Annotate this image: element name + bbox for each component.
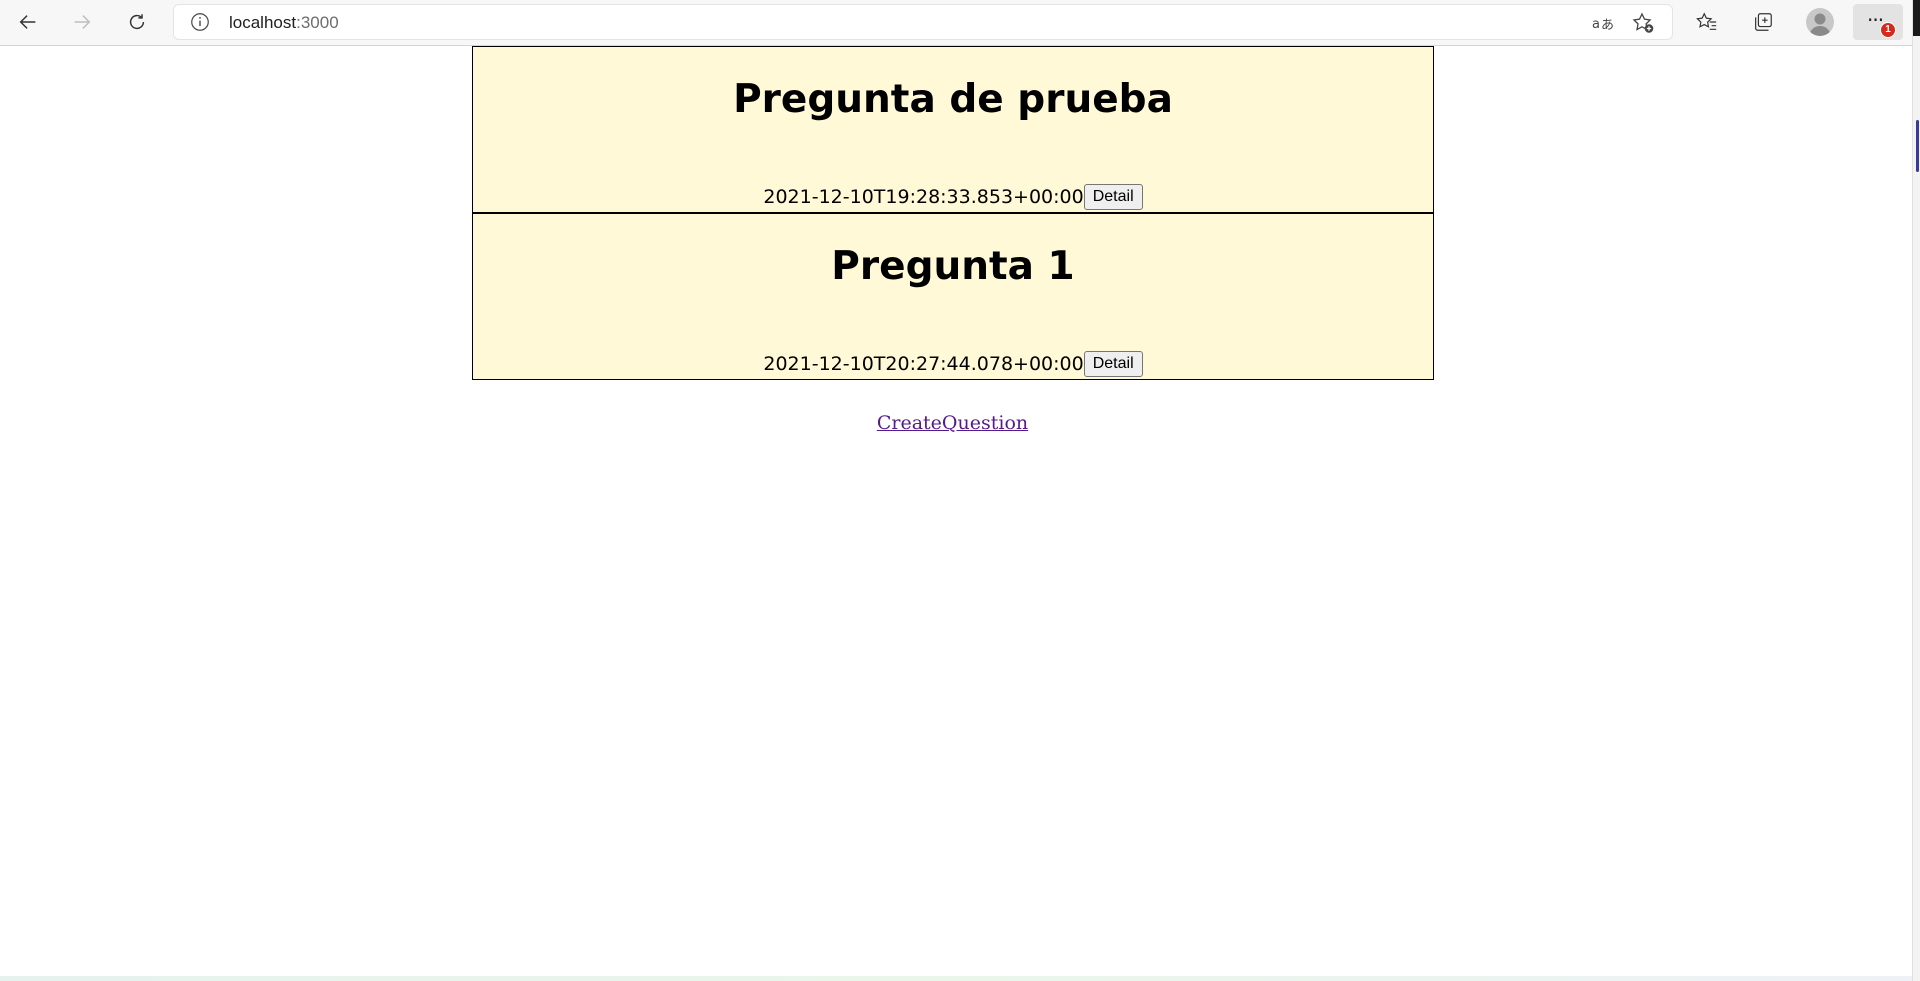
url-port: :3000 xyxy=(296,13,339,32)
question-date: 2021-12-10T19:28:33.853+00:00 xyxy=(763,186,1084,208)
detail-button[interactable]: Detail xyxy=(1083,351,1143,377)
question-list: Pregunta de prueba 2021-12-10T19:28:33.8… xyxy=(472,46,1434,380)
question-title: Pregunta 1 xyxy=(831,244,1075,289)
question-card: Pregunta de prueba 2021-12-10T19:28:33.8… xyxy=(472,46,1434,213)
profile-icon xyxy=(1809,13,1831,36)
refresh-button[interactable] xyxy=(119,5,155,39)
window-edge-dark xyxy=(1913,0,1920,36)
create-question-container: CreateQuestion xyxy=(0,412,1905,434)
question-meta: 2021-12-10T19:28:33.853+00:00 Detail xyxy=(473,184,1433,210)
create-question-link[interactable]: CreateQuestion xyxy=(877,412,1028,434)
address-bar[interactable]: localhost:3000 aあ xyxy=(173,4,1673,40)
address-url[interactable]: localhost:3000 xyxy=(229,13,339,33)
question-card: Pregunta 1 2021-12-10T20:27:44.078+00:00… xyxy=(472,213,1434,380)
page-content: Pregunta de prueba 2021-12-10T19:28:33.8… xyxy=(0,46,1912,976)
svg-text:a: a xyxy=(1592,17,1600,32)
read-aloud-icon[interactable]: aあ xyxy=(1591,12,1617,34)
forward-icon xyxy=(74,15,91,29)
svg-text:あ: あ xyxy=(1601,18,1614,33)
forward-button[interactable] xyxy=(64,5,100,39)
back-icon xyxy=(19,15,36,29)
add-favorite-icon[interactable] xyxy=(1631,11,1655,35)
question-meta: 2021-12-10T20:27:44.078+00:00 Detail xyxy=(473,351,1433,377)
collections-button[interactable] xyxy=(1745,5,1781,39)
settings-more-button[interactable]: ··· 1 xyxy=(1853,4,1903,40)
browser-toolbar: localhost:3000 aあ ··· 1 xyxy=(0,0,1920,46)
favorites-icon xyxy=(1696,12,1717,30)
notification-badge: 1 xyxy=(1880,22,1896,38)
info-icon[interactable] xyxy=(189,11,211,33)
bottom-edge-strip xyxy=(0,976,1912,981)
profile-button[interactable] xyxy=(1806,8,1834,36)
window-scrollbar[interactable] xyxy=(1912,0,1920,981)
question-date: 2021-12-10T20:27:44.078+00:00 xyxy=(763,353,1084,375)
back-button[interactable] xyxy=(10,5,46,39)
favorites-button[interactable] xyxy=(1689,5,1725,39)
url-host: localhost xyxy=(229,13,297,32)
scrollbar-thumb[interactable] xyxy=(1916,120,1919,172)
refresh-icon xyxy=(129,14,145,30)
question-title: Pregunta de prueba xyxy=(733,77,1173,122)
collections-icon xyxy=(1755,13,1772,31)
detail-button[interactable]: Detail xyxy=(1083,184,1143,210)
